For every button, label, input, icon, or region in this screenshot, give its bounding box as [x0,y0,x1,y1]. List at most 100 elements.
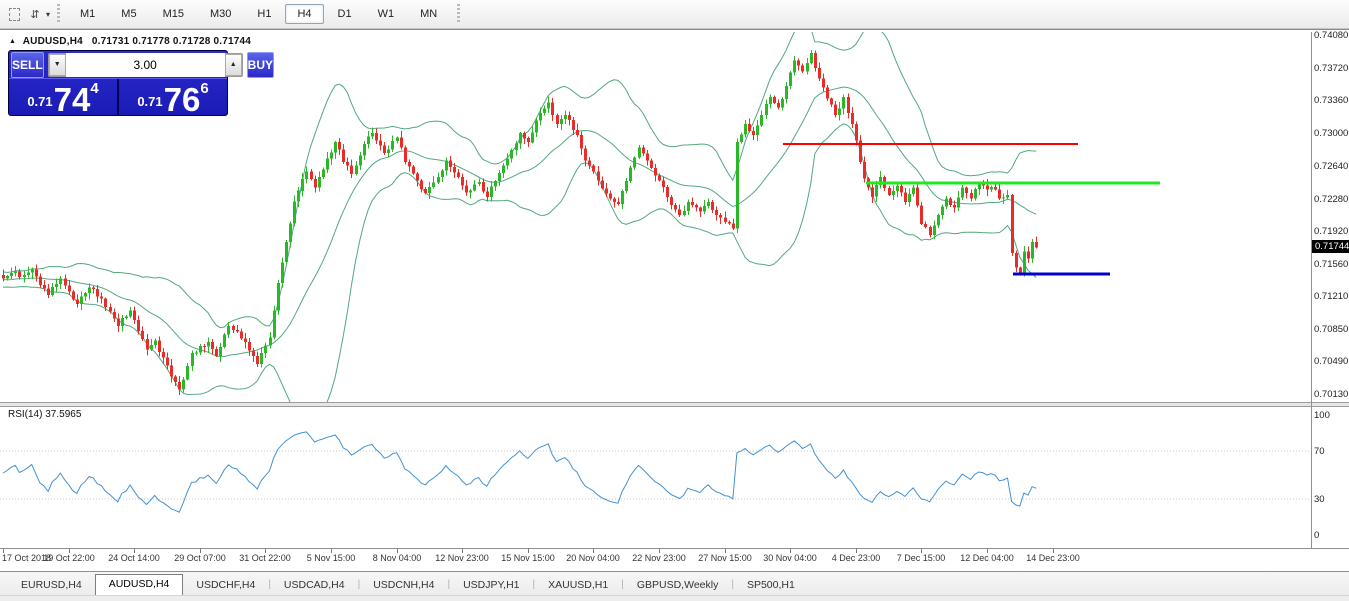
dropdown-caret-icon[interactable]: ▾ [46,10,50,19]
tab-sp500-h1[interactable]: SP500,H1 [734,576,808,595]
volume-input[interactable] [66,53,225,77]
pane-splitter[interactable] [0,402,1349,407]
candle-body [760,115,763,125]
candle-body [478,182,481,184]
timeframe-m5[interactable]: M5 [109,4,148,24]
candle-body [974,189,977,199]
candle-body [847,97,850,113]
candle-body [174,377,177,382]
candle-body [953,205,956,208]
candle-body [916,188,919,206]
candle-body [633,158,636,168]
price-axis-label: 0.70130 [1314,389,1348,400]
timeframe-m30[interactable]: M30 [198,4,243,24]
tab-audusd-h4[interactable]: AUDUSD,H4 [95,574,184,595]
arrange-objects-icon[interactable]: ⇵ [26,6,44,22]
candle-body [424,189,427,193]
candle-body [920,205,923,224]
candle-body [355,166,358,175]
candle-body [851,113,854,124]
time-axis-label: 22 Nov 23:00 [632,553,686,563]
sell-button[interactable]: SELL [11,52,44,78]
volume-down-button[interactable]: ▼ [49,54,66,76]
candle-body [515,144,518,150]
candle-body [785,86,788,99]
tab-gbpusd-weekly[interactable]: GBPUSD,Weekly [624,576,732,595]
candle-body [453,167,456,172]
candle-body [437,177,440,183]
candle-body [539,113,542,120]
candle-body [658,176,661,181]
candle-body [1006,195,1009,198]
candle-body [707,202,710,206]
candle-body [137,320,140,331]
price-axis-label: 0.73360 [1314,95,1348,106]
timeframe-w1[interactable]: W1 [366,4,407,24]
timeframe-h1[interactable]: H1 [245,4,283,24]
candle-body [100,296,103,298]
candle-body [43,285,46,288]
tab-usdjpy-h1[interactable]: USDJPY,H1 [450,576,532,595]
candle-body [359,155,362,165]
timeframe-mn[interactable]: MN [408,4,449,24]
one-click-trade-panel: SELL ▼ ▲ BUY 0.71 74 4 0.71 76 6 [8,50,228,116]
time-axis-label: 8 Nov 04:00 [373,553,422,563]
candle-body [814,53,817,68]
selection-box-icon[interactable] [4,6,22,22]
candle-body [826,88,829,99]
toolbar-grip [457,4,460,24]
tab-eurusd-h4[interactable]: EURUSD,H4 [8,576,95,595]
buy-button[interactable]: BUY [247,52,274,78]
timeframe-d1[interactable]: D1 [326,4,364,24]
collapse-triangle-icon[interactable]: ▲ [9,38,16,45]
candle-body [580,135,583,149]
candle-body [88,288,91,293]
candle-body [908,194,911,202]
sell-price-display[interactable]: 0.71 74 4 [9,79,119,116]
volume-up-button[interactable]: ▲ [225,54,242,76]
candle-body [818,68,821,79]
candle-body [289,223,292,242]
time-axis-label: 4 Dec 23:00 [832,553,881,563]
candle-body [375,133,378,140]
candle-body [678,210,681,216]
rsi-indicator-canvas[interactable] [0,405,1311,548]
candle-body [695,205,698,208]
tab-usdcnh-h4[interactable]: USDCNH,H4 [360,576,447,595]
candle-body [1019,268,1022,274]
tab-usdchf-h4[interactable]: USDCHF,H4 [183,576,268,595]
sell-price-prefix: 0.71 [27,94,52,109]
candle-body [564,115,567,119]
candle-body [133,310,136,320]
timeframe-m15[interactable]: M15 [151,4,196,24]
candle-body [703,206,706,211]
candle-body [68,285,71,291]
candle-body [531,133,534,143]
candle-body [519,133,522,143]
candle-body [670,197,673,205]
timeframe-m1[interactable]: M1 [68,4,107,24]
candle-body [154,340,157,345]
candle-body [338,142,341,150]
current-price-tag: 0.71744 [1312,240,1349,253]
candle-body [625,181,628,191]
price-axis-label: 0.71210 [1314,291,1348,302]
candle-body [223,335,226,347]
candle-body [810,53,813,63]
candle-body [842,97,845,109]
candle-body [322,170,325,178]
candle-body [715,210,718,215]
tab-usdcad-h4[interactable]: USDCAD,H4 [271,576,358,595]
buy-price-display[interactable]: 0.71 76 6 [119,79,227,116]
candle-body [240,332,243,339]
candle-body [59,279,62,284]
timeframe-h4[interactable]: H4 [285,4,323,24]
candle-body [391,141,394,149]
candle-body [113,312,116,319]
time-axis-label: 14 Dec 23:00 [1026,553,1080,563]
candle-body [277,283,280,311]
candle-body [933,226,936,236]
candle-body [150,345,153,349]
tab-xauusd-h1[interactable]: XAUUSD,H1 [535,576,621,595]
candle-body [752,131,755,135]
